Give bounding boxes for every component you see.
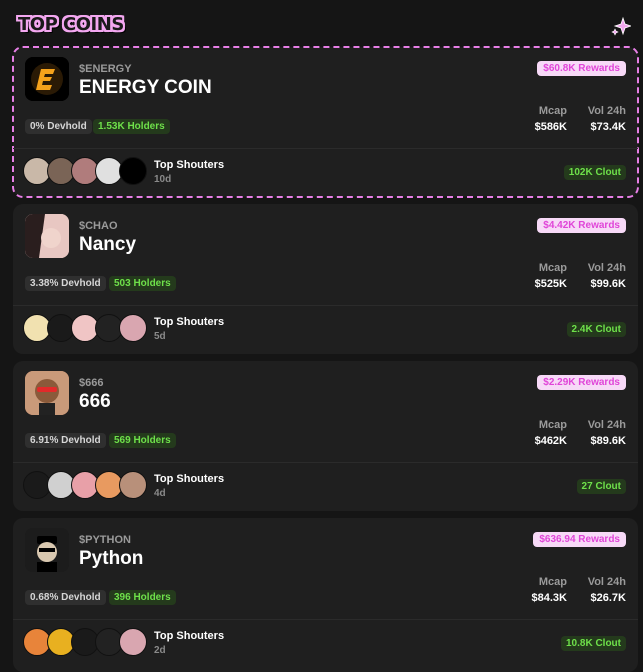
shouter-avatar[interactable] [119,157,147,185]
coin-ticker: $CHAO [79,220,118,232]
mcap-label: Mcap [538,105,567,117]
holders-badge: 1.53K Holders [93,119,170,134]
volume-label: Vol 24h [587,576,626,588]
coin-card[interactable]: $PYTHON Python $636.94 Rewards 0.68% Dev… [13,518,638,672]
volume-value: $73.4K [590,121,626,133]
666-avatar-icon [25,371,69,415]
mcap-label: Mcap [538,419,567,431]
sparkle-icon[interactable] [611,16,631,36]
coin-avatar [25,371,69,415]
shouters-time: 5d [154,331,166,342]
shouter-avatar[interactable] [119,471,147,499]
coin-card[interactable]: $CHAO Nancy $4.42K Rewards 3.38% Devhold… [13,204,638,354]
volume-label: Vol 24h [587,105,626,117]
divider [13,619,638,620]
rewards-badge: $636.94 Rewards [533,532,626,547]
devhold-badge: 6.91% Devhold [25,433,106,448]
coin-ticker: $PYTHON [79,534,131,546]
devhold-badge: 3.38% Devhold [25,276,106,291]
energy-logo-icon [25,57,69,101]
top-shouters-label: Top Shouters [154,316,225,328]
coin-name: Nancy [79,234,137,255]
nancy-avatar-icon [25,214,69,258]
top-shouters-label: Top Shouters [154,473,225,485]
coin-ticker: $666 [79,377,104,389]
clout-badge: 102K Clout [563,165,626,180]
divider [13,148,638,149]
rewards-badge: $4.42K Rewards [537,218,626,233]
volume-label: Vol 24h [587,262,626,274]
coin-name: 666 [79,391,111,412]
divider [13,462,638,463]
clout-badge: 2.4K Clout [566,322,626,337]
mcap-value: $525K [534,278,567,290]
shouters-time: 2d [154,645,166,656]
coin-avatar [25,214,69,258]
clout-badge: 10.8K Clout [560,636,626,651]
shouters-time: 10d [154,174,172,185]
coin-avatar [25,57,69,101]
clout-badge: 27 Clout [576,479,626,494]
rewards-badge: $2.29K Rewards [537,375,626,390]
holders-badge: 503 Holders [109,276,176,291]
coin-card[interactable]: $ENERGY ENERGY COIN $60.8K Rewards 0% De… [12,46,639,198]
holders-badge: 569 Holders [109,433,176,448]
holders-badge: 396 Holders [109,590,176,605]
coin-avatar [25,528,69,572]
divider [13,305,638,306]
shouter-avatar[interactable] [119,628,147,656]
volume-value: $89.6K [590,435,626,447]
shouter-avatar[interactable] [119,314,147,342]
devhold-badge: 0% Devhold [25,119,92,134]
shouters-time: 4d [154,488,166,499]
top-shouters-label: Top Shouters [154,159,225,171]
mcap-value: $462K [534,435,567,447]
mcap-value: $586K [534,121,567,133]
page-title: TOP COINS [18,14,124,35]
python-avatar-icon [25,528,69,572]
rewards-badge: $60.8K Rewards [537,61,626,76]
mcap-label: Mcap [538,576,567,588]
devhold-badge: 0.68% Devhold [25,590,106,605]
volume-label: Vol 24h [587,419,626,431]
top-shouters-label: Top Shouters [154,630,225,642]
volume-value: $26.7K [590,592,626,604]
header: TOP COINS [0,0,643,40]
coin-ticker: $ENERGY [79,63,132,75]
volume-value: $99.6K [590,278,626,290]
coin-name: Python [79,548,144,569]
mcap-value: $84.3K [531,592,567,604]
coin-card[interactable]: $666 666 $2.29K Rewards 6.91% Devhold 56… [13,361,638,511]
coin-name: ENERGY COIN [79,77,212,98]
mcap-label: Mcap [538,262,567,274]
